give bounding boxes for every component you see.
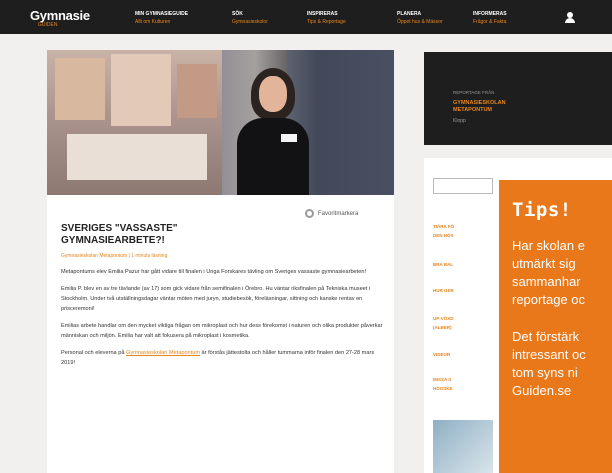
- tips-paragraph: Har skolan e utmärkt sig sammanhar repor…: [512, 237, 612, 309]
- nav-item-subtitle: Allt om Kulturen: [135, 19, 171, 25]
- article-meta[interactable]: Gymnasieskolan Metapontum | 1 minuts läs…: [61, 253, 167, 259]
- photo-portrait: [55, 58, 105, 120]
- reportage-school-line: GYMNASIESKOLAN: [453, 100, 506, 106]
- sidebar-item[interactable]: HUR GER: [433, 288, 454, 293]
- article-paragraph: Emilia P. blev en av tre tävlande (av 17…: [61, 286, 371, 312]
- person-face: [259, 76, 287, 112]
- sidebar-item[interactable]: MISSA II: [433, 377, 451, 382]
- sidebar-search-input[interactable]: [433, 178, 493, 194]
- favorite-label: Favoritmarkera: [318, 210, 359, 217]
- photo-portrait: [111, 54, 171, 126]
- tips-line: Har skolan e: [512, 238, 585, 253]
- article-title: SVERIGES "VASSASTE" GYMNASIEARBETE?!: [61, 223, 311, 247]
- sidebar-item[interactable]: UP-VÖXD: [433, 316, 454, 321]
- sidebar-thumbnail[interactable]: [433, 420, 493, 473]
- nav-item-min-gymnasieguide[interactable]: MIN GYMNASIEGUIDE Allt om Kulturen: [135, 11, 188, 25]
- tips-line: intressant oc: [512, 347, 586, 362]
- article-text: Personal och eleverna på: [61, 350, 126, 356]
- nav-item-subtitle: Tips & Reportage: [307, 19, 346, 25]
- photo-portrait: [177, 64, 217, 118]
- nav-item-title: INSPIRERAS: [307, 11, 338, 17]
- site-logo-sub: GUIDEN: [38, 22, 58, 28]
- article-card: Favoritmarkera SVERIGES "VASSASTE" GYMNA…: [47, 195, 394, 473]
- reportage-box[interactable]: REPORTAGE FRÅN GYMNASIESKOLAN METAPONTUM…: [424, 52, 612, 145]
- school-link[interactable]: Gymnasieskolan Metapontum: [126, 350, 200, 356]
- nav-item-subtitle: Öppet hus & Mässor: [397, 19, 443, 25]
- photo-moodboard: [47, 50, 222, 195]
- nav-item-title: INFORMERAS: [473, 11, 507, 17]
- nav-item-planera[interactable]: PLANERA Öppet hus & Mässor: [397, 11, 443, 25]
- nav-item-inspireras[interactable]: INSPIRERAS Tips & Reportage: [307, 11, 346, 25]
- article-paragraph: Emilias arbete handlar om den mycket vik…: [61, 323, 383, 339]
- tips-box: Tips! Har skolan e utmärkt sig sammanhar…: [499, 180, 612, 473]
- sidebar-item[interactable]: BRA BAL: [433, 262, 453, 267]
- tips-line: sammanhar: [512, 274, 581, 289]
- article-title-line: GYMNASIEARBETE?!: [61, 235, 165, 246]
- article-paragraph: Metapontums elev Emilia Pazur har gått v…: [61, 269, 367, 275]
- tips-line: reportage oc: [512, 292, 585, 307]
- user-icon[interactable]: [565, 12, 575, 23]
- tips-title: Tips!: [512, 199, 572, 221]
- sidebar-item[interactable]: VIDEOR: [433, 352, 450, 357]
- sidebar-item[interactable]: DEN HÖS: [433, 233, 454, 238]
- article-hero-photo: [47, 50, 394, 195]
- reportage-school: GYMNASIESKOLAN METAPONTUM: [453, 100, 553, 114]
- tips-paragraph: Det förstärk intressant oc tom syns ni G…: [512, 328, 612, 400]
- nav-item-title: PLANERA: [397, 11, 422, 17]
- nav-item-sok[interactable]: SÖK Gymnasieskolor: [232, 11, 268, 25]
- reportage-label: REPORTAGE FRÅN: [453, 90, 495, 95]
- favorite-icon: [305, 209, 314, 218]
- sidebar-item[interactable]: TIÄRA FÖ: [433, 224, 454, 229]
- person-shirt: [237, 118, 309, 195]
- article-title-line: SVERIGES "VASSASTE": [61, 223, 178, 234]
- nav-item-title: MIN GYMNASIEGUIDE: [135, 11, 189, 17]
- article-paragraph: Personal och eleverna på Gymnasieskolan …: [61, 348, 383, 368]
- reportage-more: Klopp: [453, 118, 466, 124]
- tips-line: Det förstärk: [512, 329, 580, 344]
- photo-display-table: [67, 134, 207, 180]
- sidebar-item[interactable]: HÖGSKE: [433, 386, 453, 391]
- nav-item-subtitle: Frågor & Fakta: [473, 19, 507, 25]
- tips-line: utmärkt sig: [512, 256, 576, 271]
- person-name-badge: [281, 134, 297, 142]
- tips-line: Guiden.se: [512, 383, 572, 398]
- nav-item-subtitle: Gymnasieskolor: [232, 19, 268, 25]
- top-navigation-bar: Gymnasie GUIDEN MIN GYMNASIEGUIDE Allt o…: [0, 0, 612, 34]
- site-logo[interactable]: Gymnasie: [30, 8, 90, 23]
- tips-line: tom syns ni: [512, 365, 578, 380]
- user-icon-body: [565, 18, 575, 23]
- reportage-school-line: METAPONTUM: [453, 107, 493, 113]
- article-body: Metapontums elev Emilia Pazur har gått v…: [61, 267, 383, 375]
- nav-item-informeras[interactable]: INFORMERAS Frågor & Fakta: [473, 11, 507, 25]
- sidebar-item[interactable]: (ALBER): [433, 325, 452, 330]
- favorite-button[interactable]: Favoritmarkera: [305, 209, 358, 218]
- photo-person: [229, 68, 317, 195]
- nav-item-title: SÖK: [232, 11, 243, 17]
